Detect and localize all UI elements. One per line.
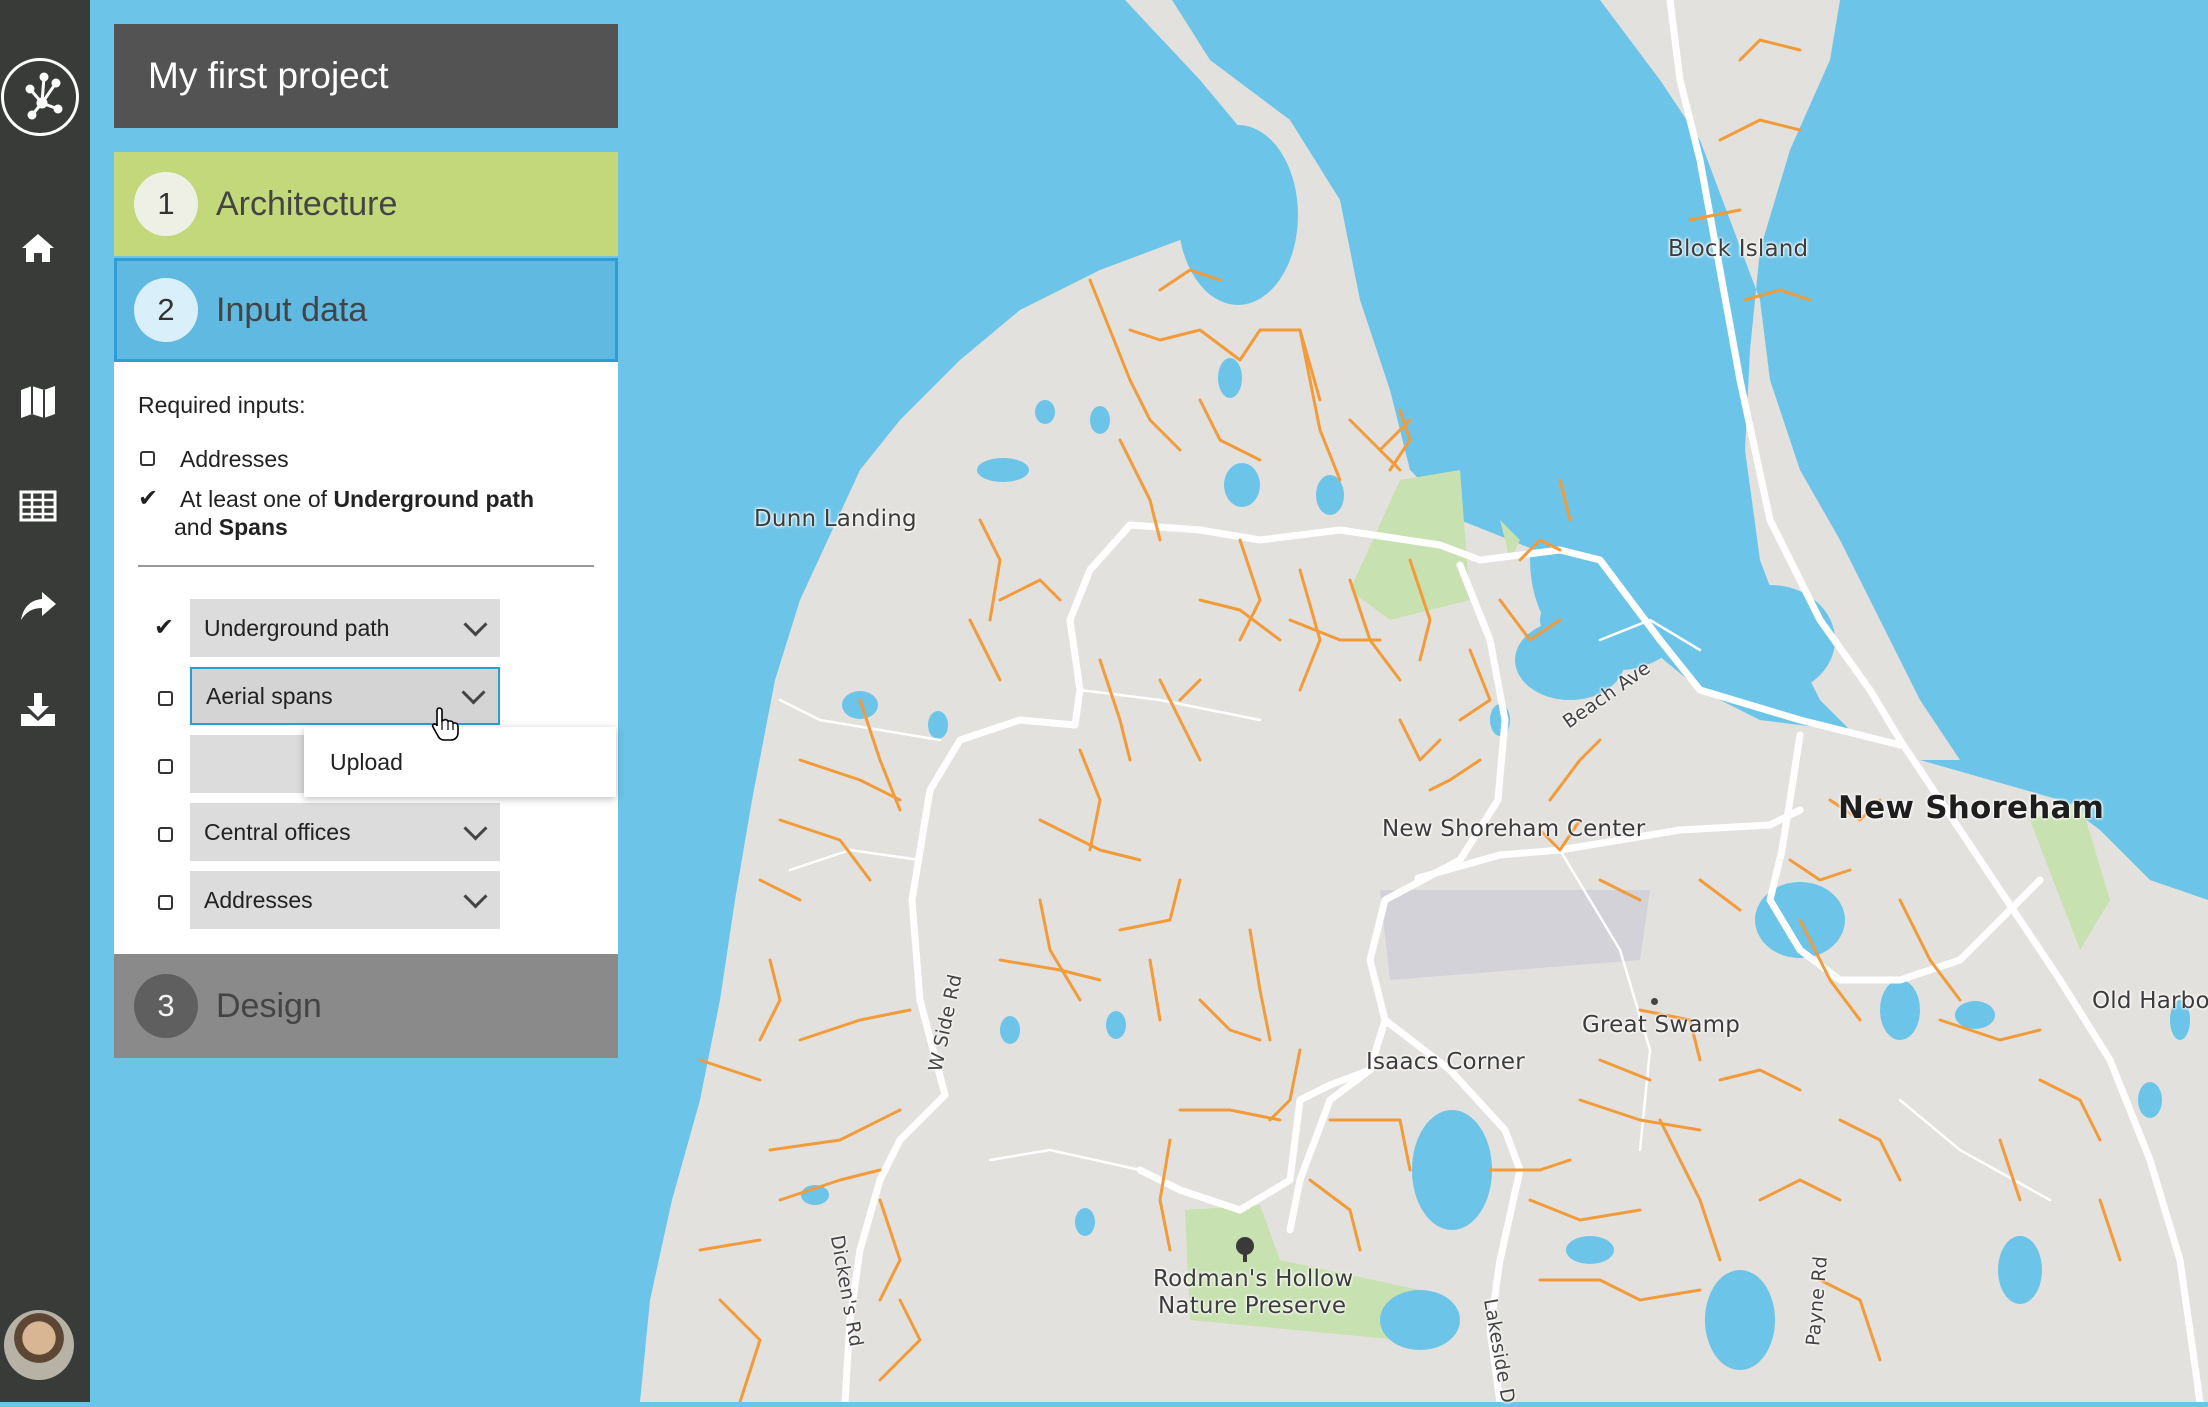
home-icon[interactable] [18,228,58,268]
step-number: 2 [134,278,198,342]
avatar[interactable] [4,1310,74,1380]
map-label-nature-preserve: Nature Preserve [1158,1293,1347,1319]
map-label-new-shoreham-center: New Shoreham Center [1382,816,1646,842]
chevron-down-icon [463,815,488,841]
map-label-isaacs-corner: Isaacs Corner [1366,1049,1525,1075]
step-architecture[interactable]: 1 Architecture [114,152,618,256]
unchecked-box-icon[interactable] [157,758,173,774]
checkmark-icon: ✔ [138,485,159,512]
divider [138,565,594,567]
step-design[interactable]: 3 Design [114,954,618,1058]
required-inputs-title: Required inputs: [138,392,306,418]
great-swamp-dot [1651,998,1658,1005]
map-label-rodmans-hollow: Rodman's Hollow [1153,1266,1354,1292]
map-label-new-shoreham: New Shoreham [1838,790,2105,826]
unchecked-box-icon[interactable] [157,894,173,910]
underground-path-select[interactable]: Underground path [190,599,500,657]
step-input-data[interactable]: 2 Input data [114,258,618,362]
step-label: Design [216,986,322,1025]
map-label-block-island: Block Island [1668,236,1809,262]
step-label: Architecture [216,184,398,223]
left-nav [0,0,90,1402]
step-number: 3 [134,974,198,1038]
input-row-underground-path: ✔ Underground path [138,599,594,657]
input-data-body: Required inputs: Addresses ✔ At least on… [114,362,618,954]
requirement-addresses: Addresses [138,445,594,473]
step-number: 1 [134,172,198,236]
project-panel: My first project 1 Architecture 2 Input … [114,24,618,1058]
map-label-dunn-landing: Dunn Landing [754,506,917,532]
chevron-down-icon [463,883,488,909]
hand-cursor-icon [431,707,459,741]
table-icon[interactable] [18,486,58,526]
step-label: Input data [216,290,368,329]
project-title: My first project [114,24,618,128]
requirement-path-or-spans: ✔ At least one of Underground path and S… [138,485,535,540]
share-icon[interactable] [18,586,58,626]
input-row-aerial-spans: Aerial spans [138,667,594,725]
unchecked-box-icon [140,451,155,466]
checkmark-icon: ✔ [153,614,175,641]
addresses-select[interactable]: Addresses [190,871,500,929]
central-offices-select[interactable]: Central offices [190,803,500,861]
input-row-central-offices: Central offices [138,803,594,861]
input-row-addresses: Addresses [138,871,594,929]
unchecked-box-icon[interactable] [157,826,173,842]
chevron-down-icon [461,679,486,705]
map-label-old-harbor: Old Harbor [2092,988,2208,1014]
download-icon[interactable] [18,690,58,730]
tree-icon [1236,1237,1254,1262]
chevron-down-icon [463,611,488,637]
dropdown-option-upload[interactable]: Upload [304,727,616,797]
map-icon[interactable] [18,382,58,422]
map-label-great-swamp: Great Swamp [1582,1012,1741,1038]
network-logo-icon[interactable] [1,58,79,136]
unchecked-box-icon[interactable] [157,690,173,706]
